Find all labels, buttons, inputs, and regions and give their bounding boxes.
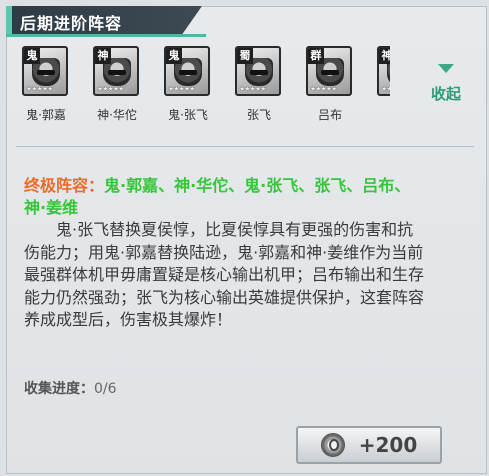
hero-card[interactable]: 神 ★★★★★ 神·华佗 [93,46,145,123]
star-rating: ★★★★★ [26,85,53,93]
hero-card[interactable]: 鬼 ★★★★★ 鬼·郭嘉 [22,46,74,123]
collapse-button[interactable]: 收起 [424,64,468,104]
mecha-visor [321,70,339,75]
coin-icon [320,433,345,457]
hero-card[interactable]: 蜀 ★★★★★ 张飞 [235,46,287,123]
panel-title: 后期进阶阵容 [20,14,123,33]
hero-card[interactable]: 群 ★★★★★ 吕布 [306,46,358,123]
hero-portrait: 鬼 ★★★★★ [164,46,210,96]
faction-tag: 神 [95,48,111,64]
hero-portrait: 蜀 ★★★★★ [235,46,281,96]
star-rating: ★★★★★ [381,85,390,93]
collapse-label: 收起 [430,85,461,103]
star-rating: ★★★★★ [310,85,337,93]
faction-tag: 鬼 [24,48,40,64]
progress-value: 0/6 [94,381,117,397]
collection-progress: 收集进度：0/6 [24,378,117,398]
star-rating: ★★★★★ [239,85,266,93]
mecha-visor [250,70,268,75]
hero-name: 鬼·张飞 [168,108,208,122]
faction-tag: 鬼 [166,48,182,64]
hero-portrait: 鬼 ★★★★★ [22,46,68,96]
chevron-down-icon [438,64,454,73]
hero-name: 张飞 [246,108,271,122]
progress-label: 收集进度： [24,381,94,397]
mecha-visor [179,70,197,75]
mecha-visor [37,70,55,75]
faction-tag: 神 [379,48,390,64]
faction-tag: 蜀 [237,48,253,64]
hero-portrait: 神 ★★★★★ [93,46,139,96]
hero-strip: 鬼 ★★★★★ 鬼·郭嘉 神 ★★★★★ 神·华佗 鬼 ★★★★★ 鬼·张飞 蜀… [22,46,390,131]
mecha-visor [108,70,126,75]
hero-card[interactable]: 神 ★★★★★ 神 [377,46,390,123]
title-accent [6,6,12,34]
hero-name: 吕布 [317,108,342,122]
claim-reward-button[interactable]: +200 [296,426,442,464]
section-divider [16,146,474,147]
hero-card[interactable]: 鬼 ★★★★★ 鬼·张飞 [164,46,216,123]
reward-amount: +200 [358,433,418,457]
hero-portrait: 群 ★★★★★ [306,46,352,96]
faction-tag: 群 [308,48,324,64]
hero-name: 神·华佗 [97,108,137,122]
star-rating: ★★★★★ [168,85,195,93]
title-underline [6,34,206,37]
hero-portrait: 神 ★★★★★ [377,46,390,96]
star-rating: ★★★★★ [97,85,124,93]
hero-name: 鬼·郭嘉 [26,108,66,122]
hero-name: 神 [371,106,390,123]
combo-label: 终极阵容： [24,176,105,195]
ultimate-lineup: 终极阵容：鬼·郭嘉、神·华佗、鬼·张飞、张飞、吕布、神·姜维 [24,175,424,219]
lineup-description: 鬼·张飞替换夏侯惇，比夏侯惇具有更强的伤害和抗伤能力；用鬼·郭嘉替换陆逊，鬼·郭… [24,220,425,329]
